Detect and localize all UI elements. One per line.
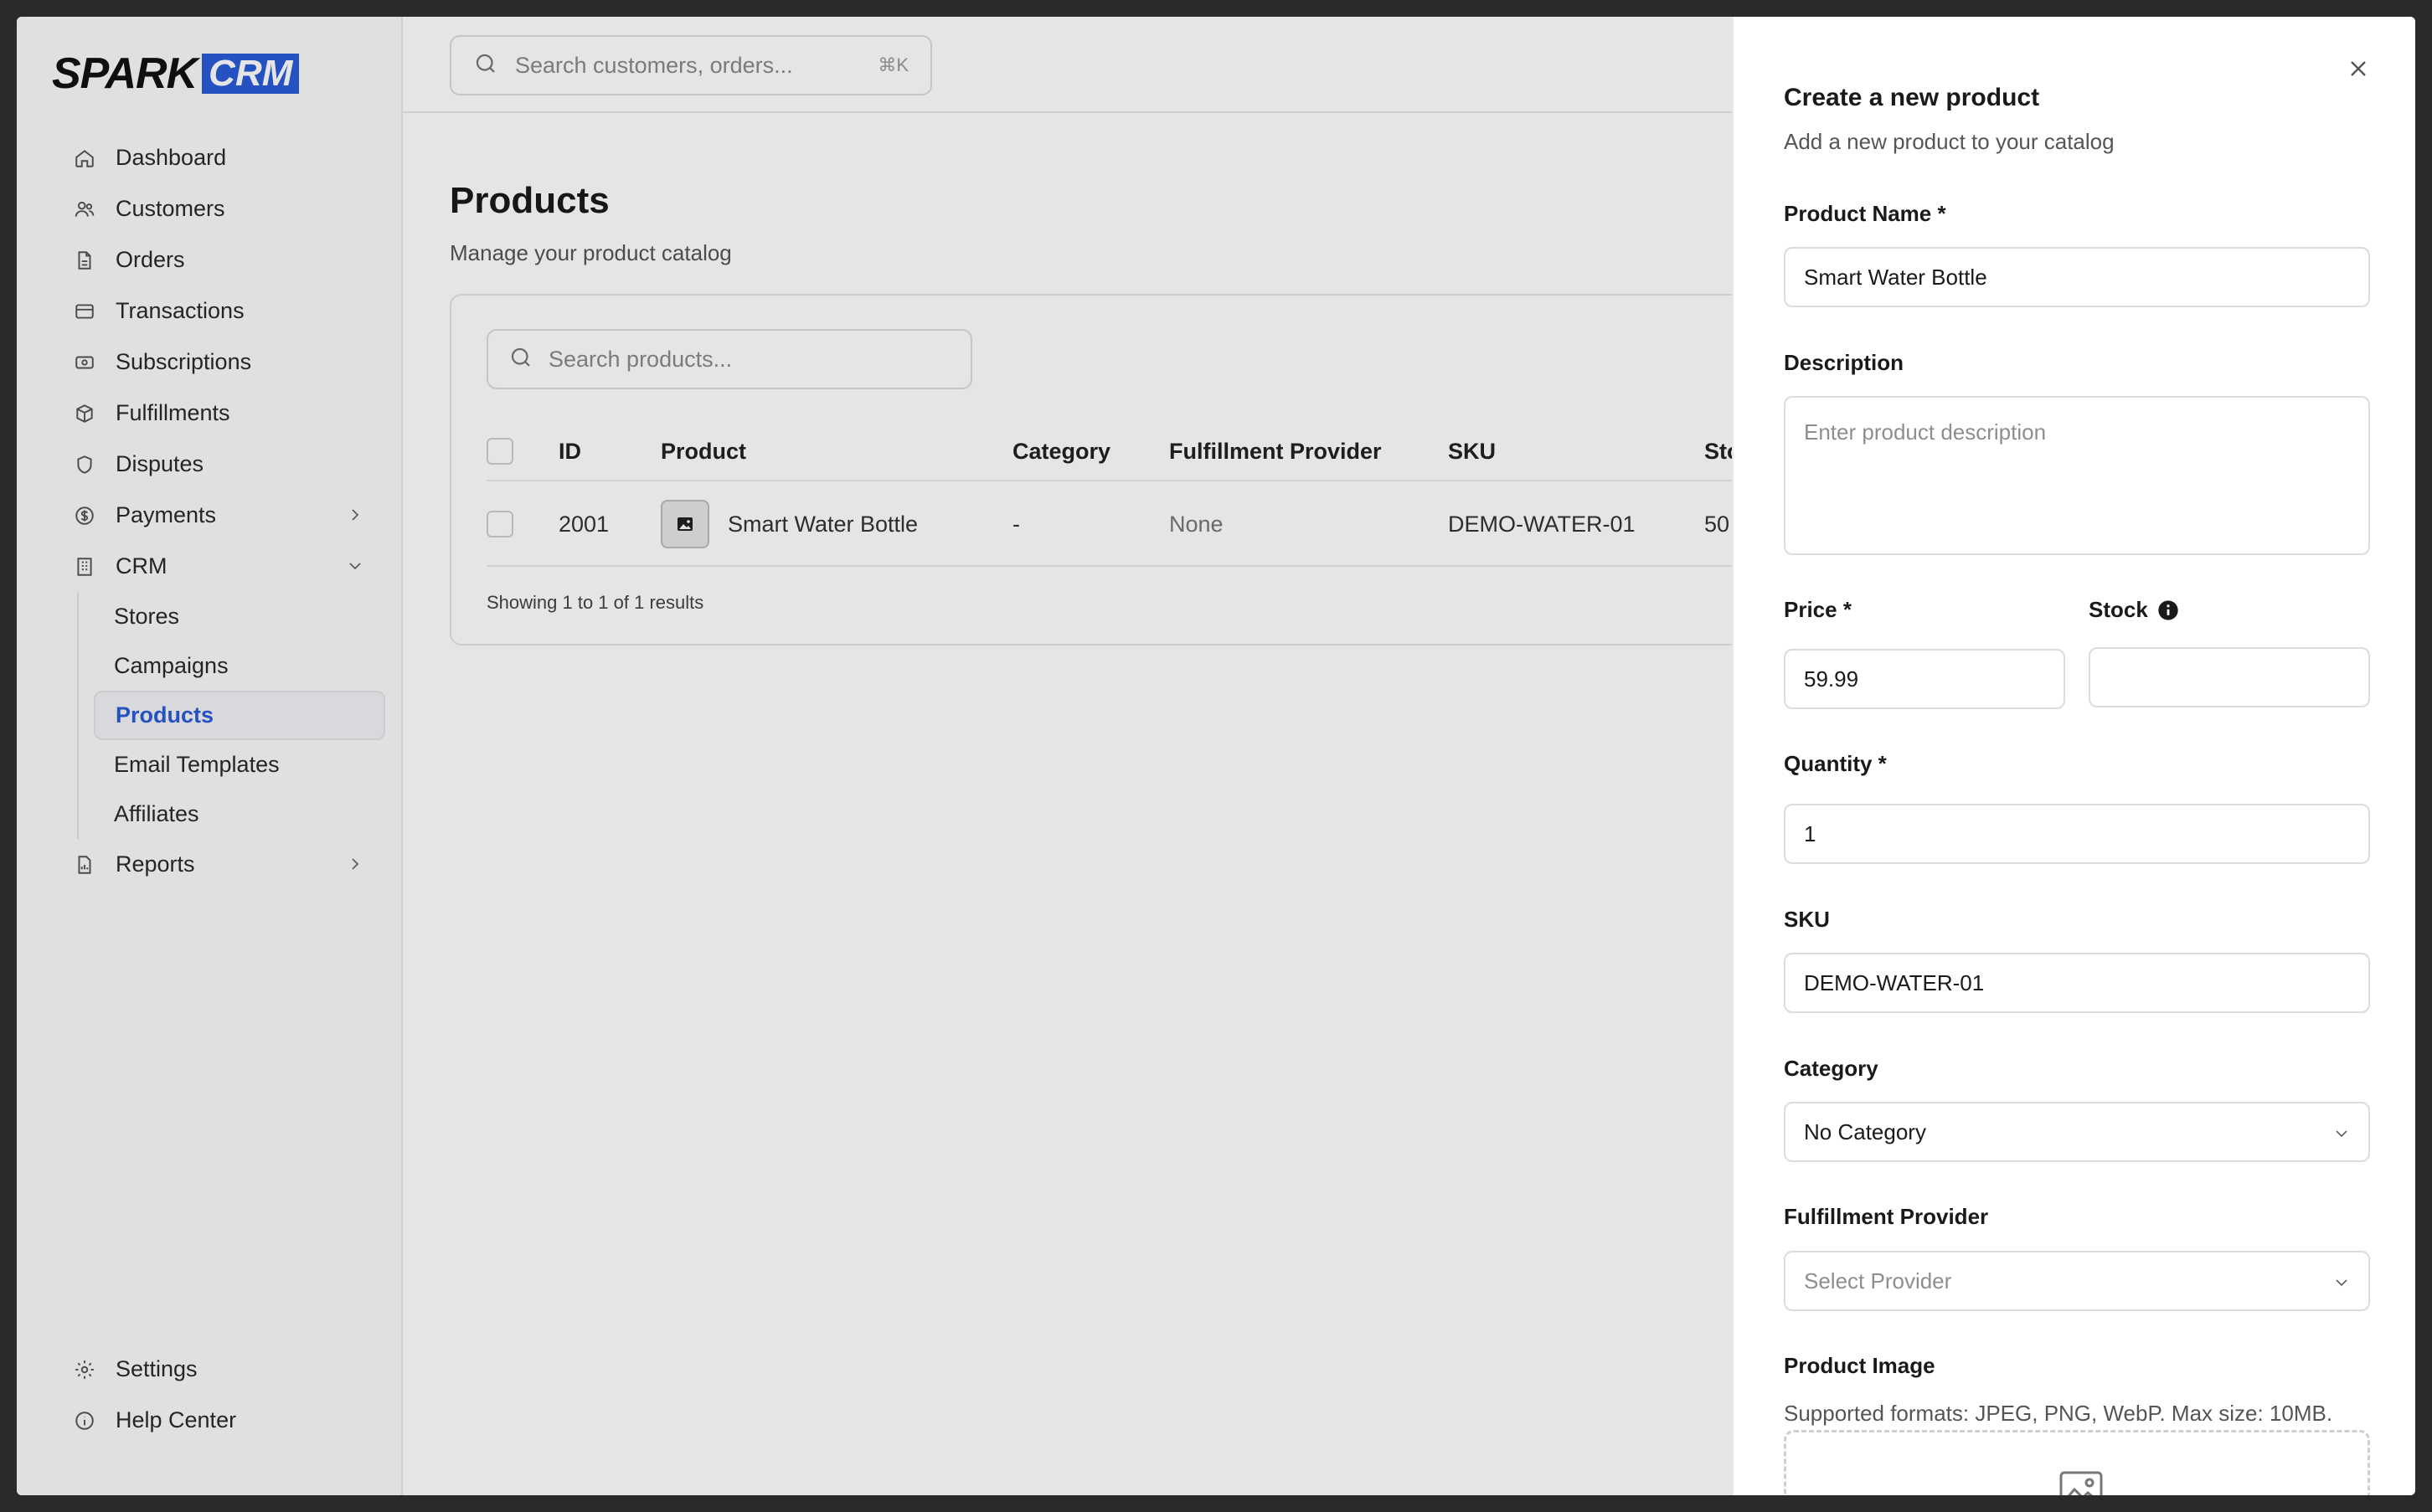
- category-label: Category: [1784, 1056, 1878, 1081]
- quantity-label: Quantity *: [1784, 751, 1887, 776]
- quantity-field[interactable]: 1: [1784, 804, 2370, 864]
- chevron-down-icon: [2332, 1273, 2352, 1293]
- fulfillment-provider-label: Fulfillment Provider: [1784, 1204, 1989, 1229]
- product-image-label: Product Image: [1784, 1353, 1935, 1378]
- fulfillment-provider-select[interactable]: Select Provider: [1784, 1251, 2370, 1311]
- create-product-panel: Create a new product Add a new product t…: [1732, 17, 2415, 1495]
- product-name-label: Product Name *: [1784, 201, 1946, 226]
- sku-label: SKU: [1784, 907, 1830, 932]
- fulfillment-provider-placeholder: Select Provider: [1804, 1268, 1952, 1293]
- sku-field[interactable]: DEMO-WATER-01: [1784, 953, 2370, 1013]
- info-icon[interactable]: [2156, 599, 2180, 622]
- panel-subtitle: Add a new product to your catalog: [1784, 129, 2115, 154]
- product-name-field[interactable]: Smart Water Bottle: [1784, 247, 2370, 307]
- image-format-hint: Supported formats: JPEG, PNG, WebP. Max …: [1784, 1401, 2333, 1426]
- description-field[interactable]: Enter product description: [1784, 396, 2370, 555]
- image-dropzone[interactable]: [1784, 1430, 2370, 1495]
- app-window: SPARK CRM Dashboard Customers Orders Tra…: [17, 17, 2415, 1495]
- stock-label: Stock: [2089, 597, 2180, 623]
- modal-backdrop[interactable]: [17, 17, 1732, 1495]
- close-icon[interactable]: [2345, 55, 2372, 82]
- price-label: Price *: [1784, 597, 1852, 622]
- category-select[interactable]: No Category: [1784, 1102, 2370, 1162]
- stock-field[interactable]: [2089, 647, 2370, 707]
- stock-label-text: Stock: [2089, 597, 2148, 622]
- price-field[interactable]: 59.99: [1784, 649, 2065, 709]
- category-select-value: No Category: [1804, 1119, 1926, 1144]
- description-label: Description: [1784, 350, 1904, 375]
- panel-title: Create a new product: [1784, 84, 2040, 111]
- chevron-down-icon: [2332, 1124, 2352, 1144]
- image-icon: [2059, 1471, 2103, 1495]
